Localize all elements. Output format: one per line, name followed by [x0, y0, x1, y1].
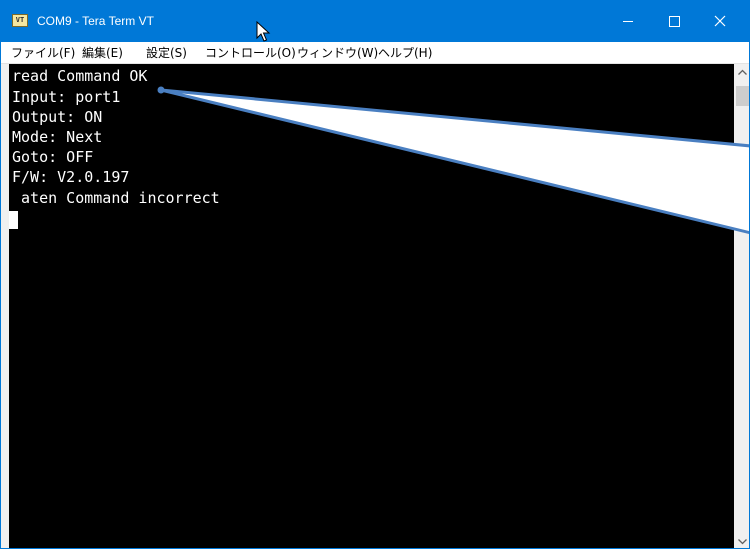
menu-edit[interactable]: 編集(E): [82, 45, 123, 61]
minimize-icon: [623, 21, 633, 22]
tera-term-window: VT COM9 - Tera Term VT ファイル(F) 編集(E) 設定(…: [0, 0, 750, 549]
window-left-border: [1, 64, 9, 548]
terminal-line: F/W: V2.0.197: [12, 168, 130, 186]
menu-control[interactable]: コントロール(O): [205, 45, 296, 61]
menu-help[interactable]: ヘルプ(H): [378, 45, 432, 61]
terminal-line: Output: ON: [12, 108, 103, 126]
terminal-line: Goto: OFF: [12, 148, 94, 166]
close-icon: [714, 15, 726, 27]
menu-file[interactable]: ファイル(F): [11, 45, 75, 61]
maximize-icon: [669, 16, 680, 27]
close-button[interactable]: [697, 1, 743, 42]
menu-bar: ファイル(F) 編集(E) 設定(S) コントロール(O) ウィンドウ(W) ヘ…: [1, 42, 749, 64]
vertical-scrollbar[interactable]: [734, 64, 750, 549]
scrollbar-thumb[interactable]: [736, 86, 749, 106]
maximize-button[interactable]: [651, 1, 697, 42]
title-bar[interactable]: VT COM9 - Tera Term VT: [1, 1, 749, 42]
minimize-button[interactable]: [605, 1, 651, 42]
chevron-up-icon[interactable]: [734, 64, 750, 81]
terminal-line: Input: port1: [12, 88, 121, 106]
terminal-cursor: [9, 211, 18, 229]
terminal-output[interactable]: read Command OK Input: port1 Output: ON …: [9, 64, 734, 548]
terminal-line: aten Command incorrect: [12, 189, 220, 207]
menu-setup[interactable]: 設定(S): [146, 45, 187, 61]
chevron-down-icon[interactable]: [734, 533, 750, 549]
terminal-line: read Command OK: [12, 67, 148, 85]
tera-term-app-icon[interactable]: VT: [12, 14, 28, 27]
window-title: COM9 - Tera Term VT: [37, 14, 154, 28]
mouse-pointer-icon: [256, 21, 271, 42]
terminal-line: Mode: Next: [12, 128, 103, 146]
menu-window[interactable]: ウィンドウ(W): [297, 45, 378, 61]
